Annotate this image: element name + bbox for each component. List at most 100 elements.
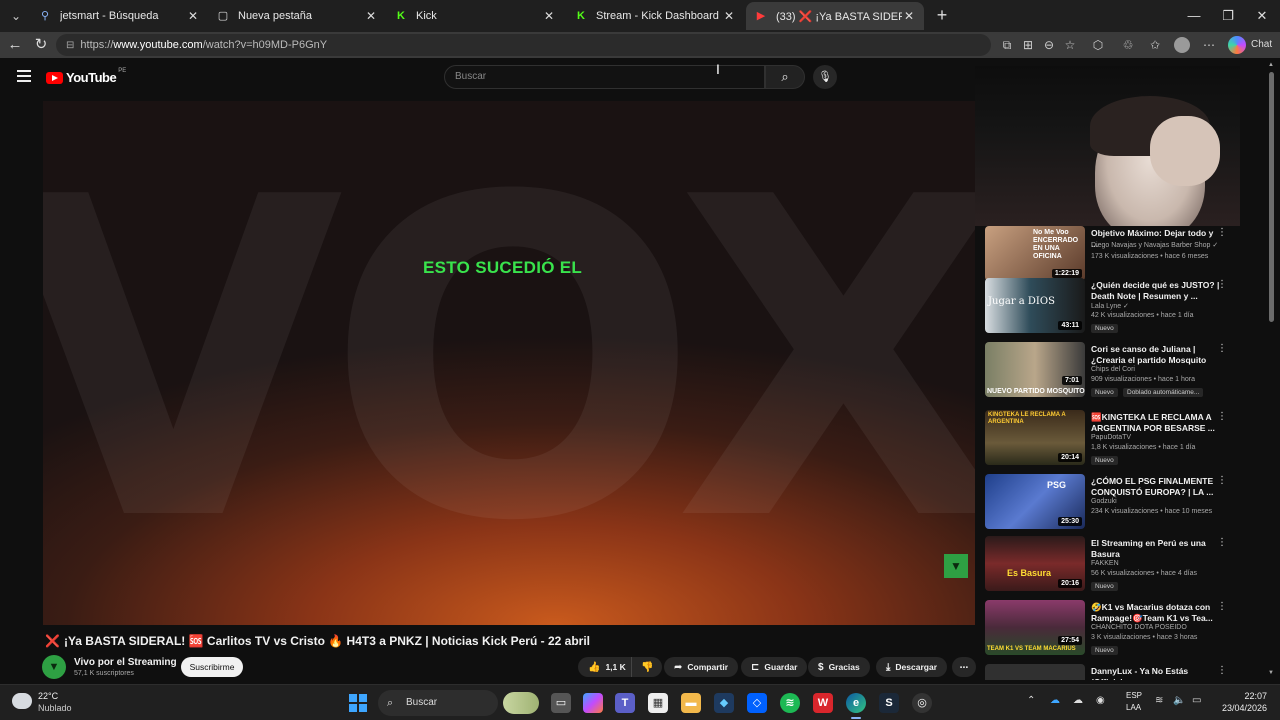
new-tab-button[interactable]: +	[932, 6, 952, 26]
more-options-icon[interactable]: ⋯	[1201, 37, 1217, 53]
close-tab-icon[interactable]: ✕	[364, 9, 378, 23]
clock-time[interactable]: 22:07	[1212, 691, 1267, 701]
video-thumbnail[interactable]	[985, 664, 1085, 680]
battery-icon[interactable]: ▭	[1192, 695, 1201, 706]
more-vert-icon[interactable]: ⋮	[1217, 602, 1227, 612]
like-button[interactable]: 👍 1,1 K	[578, 657, 634, 677]
more-vert-icon[interactable]: ⋮	[1217, 344, 1227, 354]
close-tab-icon[interactable]: ✕	[722, 9, 736, 23]
extension-icon[interactable]: ⬡	[1090, 37, 1106, 53]
rec-channel[interactable]: FAKKEN	[1091, 560, 1119, 567]
keyboard-language[interactable]: ESP	[1126, 691, 1142, 700]
steam-icon[interactable]: S	[879, 693, 899, 713]
rec-title[interactable]: 🆘KINGTEKA LE RECLAMA A ARGENTINA POR BES…	[1091, 412, 1221, 434]
edge-icon[interactable]: e	[846, 693, 866, 713]
apps-icon[interactable]: ⊞	[1020, 37, 1036, 53]
video-thumbnail[interactable]: Jugar a DIOS 43:11	[985, 278, 1085, 333]
voice-search-button[interactable]: 🎙	[813, 65, 837, 89]
spotify-icon[interactable]: ≋	[780, 693, 800, 713]
site-info-icon[interactable]: ⊟	[66, 40, 74, 51]
more-vert-icon[interactable]: ⋮	[1217, 476, 1227, 486]
share-button[interactable]: ➦ Compartir	[664, 657, 739, 677]
more-vert-icon[interactable]: ⋮	[1217, 280, 1227, 290]
close-tab-icon[interactable]: ✕	[186, 9, 200, 23]
list-item[interactable]: PSG 25:30 ¿CÓMO EL PSG FINALMENTE CONQUI…	[985, 474, 1265, 534]
dislike-button[interactable]: 👎	[631, 657, 663, 677]
video-thumbnail[interactable]: Es Basura 20:16	[985, 536, 1085, 591]
translate-icon[interactable]: ⧉	[999, 37, 1015, 53]
rec-channel[interactable]: PapuDotaTV	[1091, 434, 1131, 441]
rec-title[interactable]: El Streaming en Perú es una Basura	[1091, 538, 1221, 560]
save-button[interactable]: ⊏ Guardar	[741, 657, 808, 677]
tab-kick-dashboard[interactable]: K Stream - Kick Dashboard ✕	[566, 2, 744, 30]
app-icon[interactable]: ◆	[714, 693, 734, 713]
channel-watermark-icon[interactable]: ▼	[944, 554, 968, 578]
list-item[interactable]: No Me Voo ENCERRADO EN UNA OFICINA 1:22:…	[985, 226, 1265, 286]
video-thumbnail[interactable]: PSG 25:30	[985, 474, 1085, 529]
scroll-down-icon[interactable]: ▼	[1267, 670, 1275, 676]
rec-title[interactable]: Cori se canso de Juliana | ¿Crearia el p…	[1091, 344, 1221, 366]
rec-channel[interactable]: Chips del Cori	[1091, 366, 1135, 373]
weather-condition[interactable]: Nublado	[38, 703, 72, 713]
start-windows-icon[interactable]	[349, 694, 367, 712]
rec-channel[interactable]: Lala Lyne ✓	[1091, 302, 1129, 310]
video-thumbnail[interactable]: NUEVO PARTIDO MOSQUITO 7:01	[985, 342, 1085, 397]
scroll-up-icon[interactable]: ▲	[1267, 62, 1275, 68]
chat-label[interactable]: Chat	[1251, 39, 1272, 50]
list-item[interactable]: NUEVO PARTIDO MOSQUITO 7:01 Cori se cans…	[985, 342, 1265, 402]
close-tab-icon[interactable]: ✕	[902, 9, 916, 23]
more-vert-icon[interactable]: ⋮	[1217, 228, 1227, 238]
more-vert-icon[interactable]: ⋮	[1217, 666, 1227, 676]
minimize-icon[interactable]: —	[1184, 6, 1204, 26]
onedrive-icon[interactable]: ☁	[1050, 695, 1060, 706]
tray-app-icon[interactable]: ◉	[1096, 695, 1105, 706]
tab-list-chevron-icon[interactable]: ⌄	[6, 6, 26, 26]
rec-title[interactable]: 🤣K1 vs Macarius dotaza con Rampage!🎯Team…	[1091, 602, 1221, 624]
dropbox-icon[interactable]: ◇	[747, 693, 767, 713]
menu-icon[interactable]	[17, 70, 31, 84]
restore-icon[interactable]: ❐	[1218, 6, 1238, 26]
teams-icon[interactable]: T	[615, 693, 635, 713]
close-window-icon[interactable]: ✕	[1252, 6, 1272, 26]
list-item[interactable]: TEAM K1 VS TEAM MACARIUS 27:54 🤣K1 vs Ma…	[985, 600, 1265, 660]
office-app-icon[interactable]: W	[813, 693, 833, 713]
taskbar-search[interactable]: ⌕ Buscar	[378, 690, 498, 716]
list-item[interactable]: Jugar a DIOS 43:11 ¿Quién decide qué es …	[985, 278, 1265, 338]
zoom-icon[interactable]: ⊖	[1041, 37, 1057, 53]
more-vert-icon[interactable]: ⋮	[1217, 538, 1227, 548]
favorite-star-icon[interactable]: ☆	[1062, 37, 1078, 53]
video-thumbnail[interactable]: TEAM K1 VS TEAM MACARIUS 27:54	[985, 600, 1085, 655]
favorites-icon[interactable]: ✩	[1147, 37, 1163, 53]
channel-name[interactable]: Vivo por el Streaming	[74, 657, 177, 668]
search-button[interactable]: ⌕	[765, 65, 805, 89]
scrollbar-thumb[interactable]	[1269, 72, 1274, 322]
download-button[interactable]: ⤓ Descargar	[876, 657, 948, 677]
list-item[interactable]: DannyLux - Ya No Estás (Official ⋮	[985, 664, 1265, 680]
list-item[interactable]: Es Basura 20:16 El Streaming en Perú es …	[985, 536, 1265, 596]
keyboard-layout[interactable]: LAA	[1126, 703, 1141, 712]
video-thumbnail[interactable]: KINGTEKA LE RECLAMA A ARGENTINA 20:14	[985, 410, 1085, 465]
rec-title[interactable]: ¿CÓMO EL PSG FINALMENTE CONQUISTÓ EUROPA…	[1091, 476, 1221, 498]
browser-essentials-icon[interactable]: ♲	[1120, 37, 1136, 53]
weather-temperature[interactable]: 22°C	[38, 691, 58, 701]
video-player[interactable]: VOX ESTO SUCEDIÓ EL ▼	[43, 101, 975, 625]
file-explorer-icon[interactable]: ▬	[681, 693, 701, 713]
volume-icon[interactable]: 🔈	[1173, 695, 1185, 706]
url-input[interactable]: ⊟ https://www.youtube.com/watch?v=h09MD-…	[56, 34, 991, 56]
rec-channel[interactable]: Diego Navajas y Navajas Barber Shop ✓	[1091, 241, 1218, 249]
chevron-up-icon[interactable]: ⌃	[1027, 695, 1035, 706]
profile-avatar[interactable]	[1174, 37, 1190, 53]
more-vert-icon[interactable]: ⋮	[1217, 412, 1227, 422]
tray-cloud-icon[interactable]: ☁	[1073, 695, 1083, 706]
task-view-icon[interactable]: ▭	[551, 693, 571, 713]
channel-avatar[interactable]: ▼	[42, 655, 66, 679]
store-icon[interactable]: ▦	[648, 693, 668, 713]
tab-youtube-video[interactable]: ▶ (33) ❌ ¡Ya BASTA SIDERAL! 🆘 Ca ✕	[746, 2, 924, 30]
back-arrow-icon[interactable]: ←	[5, 35, 25, 55]
subscribe-button[interactable]: Suscribirme	[181, 657, 243, 677]
tab-jetsmart[interactable]: ⚲ jetsmart - Búsqueda ✕	[30, 2, 208, 30]
tab-new-tab[interactable]: ▢ Nueva pestaña ✕	[208, 2, 386, 30]
rec-title[interactable]: ¿Quién decide qué es JUSTO? | Death Note…	[1091, 280, 1221, 302]
more-actions-button[interactable]: ⋯	[952, 657, 976, 677]
wifi-icon[interactable]: ≋	[1155, 695, 1163, 706]
